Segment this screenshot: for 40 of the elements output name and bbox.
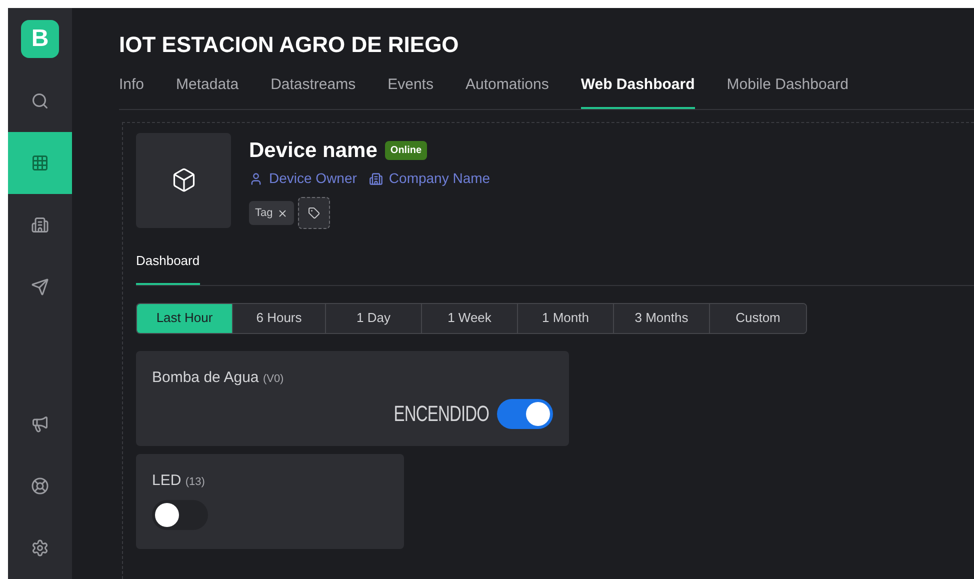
- settings-icon: [31, 539, 49, 557]
- add-tag-button[interactable]: [298, 197, 330, 229]
- company-link[interactable]: Company Name: [368, 168, 490, 189]
- time-range-button[interactable]: 1 Day: [326, 304, 422, 332]
- time-range-button[interactable]: 6 Hours: [233, 304, 326, 332]
- switch-label: ENCENDIDO: [394, 400, 489, 428]
- building-icon: [368, 172, 383, 186]
- status-badge: Online: [385, 140, 427, 160]
- paper-plane-icon: [31, 278, 49, 296]
- tab[interactable]: Automations: [465, 74, 549, 108]
- building-icon: [31, 216, 49, 234]
- close-icon: [276, 208, 288, 218]
- widget-title: Bomba de Agua (V0): [152, 368, 285, 388]
- tab[interactable]: Info: [119, 74, 144, 108]
- toggle-switch[interactable]: [497, 398, 553, 428]
- cube-icon: [170, 167, 196, 193]
- widget-title: LED (13): [152, 470, 206, 490]
- time-range-button[interactable]: 1 Week: [422, 304, 518, 332]
- time-range-button[interactable]: Custom: [710, 304, 806, 332]
- tab[interactable]: Web Dashboard: [580, 74, 695, 108]
- user-icon: [249, 172, 263, 186]
- tab[interactable]: Mobile Dashboard: [726, 74, 849, 108]
- tag-icon: [308, 207, 320, 219]
- search-icon: [31, 92, 49, 110]
- grid-icon: [31, 154, 49, 172]
- time-range-button[interactable]: 3 Months: [614, 304, 710, 332]
- sidebar-item[interactable]: [8, 132, 72, 194]
- time-range-button[interactable]: 1 Month: [518, 304, 614, 332]
- tab[interactable]: Dashboard: [136, 251, 200, 284]
- owner-link[interactable]: Device Owner: [249, 168, 357, 189]
- tab[interactable]: Datastreams: [270, 74, 356, 108]
- device-name: Device name: [249, 138, 378, 164]
- toggle-switch[interactable]: [152, 500, 208, 530]
- tab[interactable]: Events: [388, 74, 434, 108]
- megaphone-icon: [31, 415, 49, 433]
- tab[interactable]: Metadata: [176, 74, 239, 108]
- page-title: IOT ESTACION AGRO DE RIEGO: [119, 31, 460, 59]
- lifebuoy-icon: [31, 477, 49, 495]
- tag-chip[interactable]: Tag: [249, 201, 294, 225]
- time-range-button[interactable]: Last Hour: [137, 304, 233, 332]
